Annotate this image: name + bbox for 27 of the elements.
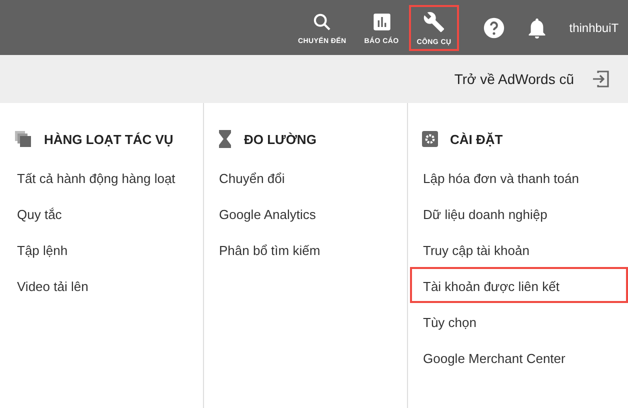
- menu-item[interactable]: Chuyển đổi: [206, 159, 407, 195]
- copy-icon: [14, 130, 32, 148]
- section-title: ĐO LƯỜNG: [244, 132, 316, 146]
- hourglass-icon: [218, 130, 232, 148]
- menu-item[interactable]: Tất cả hành động hàng loạt: [2, 159, 203, 195]
- help-icon[interactable]: [483, 16, 506, 38]
- menu-item[interactable]: Google Merchant Center: [410, 339, 628, 375]
- search-icon: [312, 12, 332, 32]
- menu-item[interactable]: Tài khoản được liên kết: [410, 267, 628, 303]
- section-title: HÀNG LOẠT TÁC VỤ: [44, 132, 174, 146]
- menu-item[interactable]: Quy tắc: [2, 195, 203, 231]
- section-title: CÀI ĐẶT: [450, 132, 503, 146]
- menu-item[interactable]: Tùy chọn: [410, 303, 628, 339]
- user-name[interactable]: thinhbuiT: [569, 20, 619, 34]
- menu-item[interactable]: Phân bổ tìm kiếm: [206, 231, 407, 267]
- bar-chart-icon: [372, 12, 392, 32]
- settings-icon: [422, 131, 438, 147]
- back-link[interactable]: Trở về AdWords cũ: [454, 71, 574, 87]
- menu-item[interactable]: Video tải lên: [2, 267, 203, 303]
- menu-item[interactable]: Google Analytics: [206, 195, 407, 231]
- exit-icon[interactable]: [592, 70, 610, 88]
- menu-item[interactable]: Dữ liệu doanh nghiệp: [410, 195, 628, 231]
- menu-item[interactable]: Truy cập tài khoản: [410, 231, 628, 267]
- menu-item[interactable]: Lập hóa đơn và thanh toán: [410, 159, 628, 195]
- wrench-icon: [423, 10, 445, 32]
- bell-icon[interactable]: [527, 16, 548, 38]
- menu-item[interactable]: Tập lệnh: [2, 231, 203, 267]
